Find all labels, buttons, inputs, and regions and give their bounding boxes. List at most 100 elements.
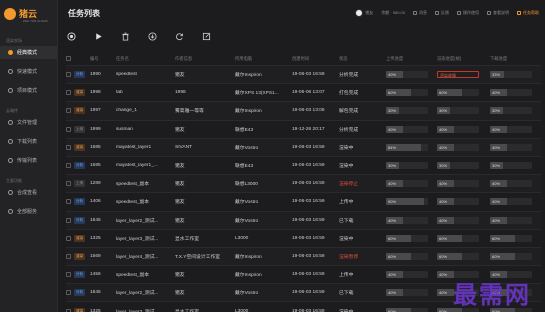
sidebar-item[interactable]: 项目模式 <box>0 84 57 97</box>
column-header[interactable]: 状态 <box>339 56 386 62</box>
task-type-badge: 渲染 <box>74 143 86 151</box>
upload-progress-cell: 90% <box>386 198 437 206</box>
column-header[interactable]: 所用电脑 <box>235 56 292 62</box>
upload-progress-cell: 60% <box>386 89 437 97</box>
header-link[interactable]: 反馈 <box>435 10 449 16</box>
row-checkbox-cell <box>66 253 74 259</box>
task-type-cell: 分析 <box>74 271 90 279</box>
sidebar-item[interactable]: 传输列表 <box>0 154 57 167</box>
start-button[interactable] <box>66 31 76 41</box>
row-checkbox[interactable] <box>66 181 71 187</box>
task-type-cell: 分析 <box>74 198 90 206</box>
sidebar-item[interactable]: 快速模式 <box>0 65 57 78</box>
task-created: 19-06-06 13:07 <box>292 90 325 96</box>
task-name[interactable]: speedtest_副本 <box>116 271 175 278</box>
table-row[interactable]: 分析 1406 speedtest_副本 猪友 戴尔Vostro 19-06-03 16:… <box>66 192 541 210</box>
task-name[interactable]: speedtest_副本 <box>116 180 175 187</box>
row-checkbox[interactable] <box>66 308 71 312</box>
upload-progress-label: 60% <box>388 235 397 241</box>
task-name[interactable]: speedtest <box>116 72 175 77</box>
render-progress-label: 60% <box>439 235 448 241</box>
task-name[interactable]: layer_layer2_测试... <box>116 217 175 224</box>
edit-button[interactable] <box>201 31 211 41</box>
render-progress-bar: 60% <box>437 252 479 260</box>
task-id: 1845 <box>90 290 101 296</box>
row-checkbox[interactable] <box>66 144 71 150</box>
download-progress-cell: 40% <box>490 198 541 206</box>
header-link[interactable]: 消息 <box>413 10 427 16</box>
header-link-label: 查看说明 <box>493 10 509 15</box>
table-row[interactable]: 上传 1289 speedtest_副本 猪友 联想L3000 19-06-03 16:5… <box>66 174 541 193</box>
task-id: 1997 <box>90 108 101 114</box>
user-menu[interactable]: 猪友 <box>355 9 373 17</box>
task-author: 猪友 <box>175 273 185 279</box>
render-progress-bar: 30% <box>437 162 479 170</box>
table-row[interactable]: 分析 1685 mayatest_layer1_... 猪友 联想E43 19-06-03… <box>66 155 541 174</box>
task-name[interactable]: speedtest_副本 <box>116 198 175 205</box>
row-checkbox[interactable] <box>66 72 71 78</box>
table-row[interactable]: 分析 1990 speedtest 猪友 戴尔Inspiron 19-06-03 16:5… <box>66 65 541 84</box>
table-row[interactable]: 渲染 1685 mayatest_layer1 SIVANT 戴尔Vostro 19-06… <box>66 137 541 156</box>
row-checkbox[interactable] <box>66 126 71 132</box>
sidebar-item[interactable]: 合成查看 <box>0 186 57 199</box>
task-name[interactable]: layer_layer4_测试... <box>116 253 175 260</box>
task-type-badge: 分析 <box>74 289 86 297</box>
task-name[interactable]: layer_layer3_测试... <box>116 235 175 242</box>
task-created: 19-06-03 13:06 <box>292 108 325 114</box>
task-name[interactable]: layer_layer2_测试... <box>116 289 175 296</box>
upload-progress-cell: 40% <box>386 216 437 224</box>
column-header[interactable]: 作者信息 <box>175 56 235 62</box>
sidebar-item[interactable]: 经典模式 <box>0 46 57 59</box>
row-checkbox[interactable] <box>66 163 71 169</box>
task-name[interactable]: layer_layer3_测试... <box>116 308 175 312</box>
refresh-button[interactable] <box>174 31 184 41</box>
render-progress-bar: 30% <box>437 107 479 115</box>
upload-progress-bar: 40% <box>386 271 428 279</box>
task-author: 猪友 <box>175 164 185 170</box>
row-checkbox[interactable] <box>66 272 71 278</box>
header-link[interactable]: 操作使用 <box>457 10 479 16</box>
delete-button[interactable] <box>120 31 130 41</box>
upload-progress-label: 60% <box>388 308 397 312</box>
sidebar-item[interactable]: 全部服务 <box>0 205 57 218</box>
upload-progress-cell: 60% <box>386 252 437 260</box>
sidebar-item[interactable]: 文件管理 <box>0 116 57 129</box>
task-name[interactable]: mayatest_layer1 <box>116 145 175 150</box>
table-row[interactable]: 分析 1845 layer_layer2_测试... 猪友 戴尔Vostro 19-06-… <box>66 210 541 229</box>
table-row[interactable]: 渲染 1998 tab 1998 戴尔XPS 13(XPS1... 19-06-06 13… <box>66 83 541 101</box>
row-checkbox[interactable] <box>66 253 71 259</box>
row-checkbox[interactable] <box>66 199 71 205</box>
column-header[interactable]: 下载进度 <box>490 56 541 62</box>
download-button[interactable] <box>147 31 157 41</box>
row-checkbox[interactable] <box>66 235 71 241</box>
column-header[interactable]: 渲染进度(帧) <box>437 56 490 62</box>
download-progress-label: 40% <box>492 181 501 187</box>
row-checkbox[interactable] <box>66 217 71 223</box>
row-checkbox[interactable] <box>66 90 71 96</box>
render-progress-bar: 60% <box>437 89 479 97</box>
table-row[interactable]: 上传 1999 susman 猪友 联想E43 19-12-26 20:17 分析完成 40%… <box>66 119 541 138</box>
app-logo[interactable]: 猪云 ZHU YUN CLOUD <box>4 7 54 23</box>
row-checkbox[interactable] <box>66 290 71 296</box>
sidebar-item[interactable]: 下载列表 <box>0 135 57 148</box>
column-header[interactable]: 任务名 <box>116 56 175 62</box>
row-checkbox[interactable] <box>66 108 71 114</box>
table-row[interactable]: 渲染 1997 change_1 雾高雅一等等 戴尔Inspiron 19-06-03 1… <box>66 101 541 120</box>
column-header[interactable]: 创建时间 <box>292 56 339 62</box>
header-link[interactable]: 任务帮助 <box>517 10 539 16</box>
play-button[interactable] <box>93 31 103 41</box>
table-row[interactable]: 渲染 1325 layer_layer3_测试...显水工作室 L3000 19-06-… <box>66 228 541 247</box>
select-all-checkbox[interactable] <box>66 56 71 61</box>
task-status: 已下载 <box>339 218 354 224</box>
column-header[interactable]: 编号 <box>90 56 116 62</box>
header-link[interactable]: 查看说明 <box>487 10 509 16</box>
task-name[interactable]: tab <box>116 90 175 95</box>
table-row[interactable]: 渲染 1569 layer_layer4_测试... T.X.Y空间设计工作室 戴尔In… <box>66 246 541 266</box>
column-header[interactable]: 上传进度 <box>386 56 437 62</box>
upload-progress-cell: 40% <box>386 125 437 133</box>
download-progress-bar: 40% <box>490 143 532 151</box>
task-type-cell: 渲染 <box>74 89 90 97</box>
task-name[interactable]: mayatest_layer1_... <box>116 163 175 168</box>
task-name[interactable]: susman <box>116 127 175 132</box>
task-name[interactable]: change_1 <box>116 108 175 113</box>
